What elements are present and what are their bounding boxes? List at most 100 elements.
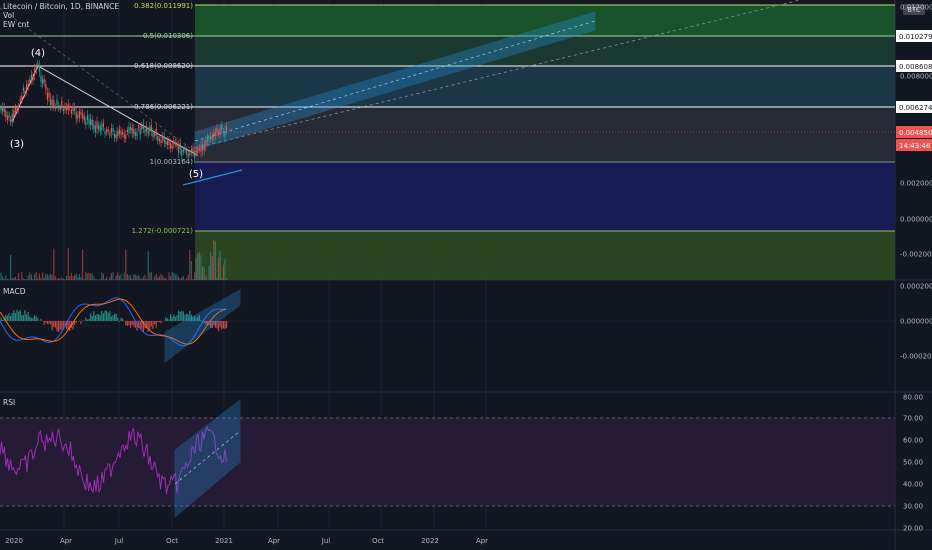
volume-bar xyxy=(34,273,36,280)
candle-body xyxy=(72,106,74,111)
candle-body xyxy=(203,144,205,151)
candle-body xyxy=(22,87,24,91)
candle-body xyxy=(90,118,92,126)
candle-body xyxy=(96,121,98,129)
price-tick: -0.002000 xyxy=(900,251,932,259)
candle-body xyxy=(144,129,146,133)
volume-bar xyxy=(210,251,212,280)
macd-histogram-bar xyxy=(86,319,88,321)
candle-body xyxy=(170,143,172,149)
candle-body xyxy=(59,107,61,110)
time-tick: 2020 xyxy=(5,537,23,545)
macd-histogram-bar xyxy=(56,321,58,332)
rsi-pane-title[interactable]: RSI xyxy=(3,398,15,407)
candle-body xyxy=(128,126,130,133)
candle-body xyxy=(118,129,120,134)
volume-bar xyxy=(139,277,141,280)
volume-bar xyxy=(176,274,178,280)
volume-bar xyxy=(16,278,18,280)
macd-histogram-bar xyxy=(115,313,117,321)
macd-histogram-bar xyxy=(53,321,55,328)
candle-body xyxy=(62,108,64,112)
vol-indicator-label[interactable]: Vol xyxy=(3,11,14,20)
candle-body xyxy=(77,114,79,119)
volume-bar xyxy=(53,248,55,280)
volume-bar xyxy=(24,279,26,280)
macd-histogram-bar xyxy=(155,321,157,328)
volume-bar xyxy=(197,253,199,280)
volume-bar xyxy=(29,272,31,280)
volume-bar xyxy=(80,276,82,280)
candle-body xyxy=(117,131,119,136)
volume-bar xyxy=(131,278,133,280)
candle-body xyxy=(155,128,157,136)
candle-body xyxy=(130,126,132,131)
candle-body xyxy=(126,129,128,132)
macd-histogram-bar xyxy=(58,321,60,332)
volume-bar xyxy=(123,272,125,280)
candle-body xyxy=(61,101,63,106)
candle-body xyxy=(184,147,186,151)
ew-count-label[interactable]: EW cnt xyxy=(3,20,29,29)
volume-bar xyxy=(120,273,122,280)
volume-bar xyxy=(91,273,93,280)
candle-body xyxy=(85,120,87,125)
volume-bar xyxy=(134,274,136,280)
candle-body xyxy=(18,106,20,110)
fib-zone xyxy=(195,231,895,280)
volume-bar xyxy=(200,255,202,280)
volume-bar xyxy=(142,276,144,280)
macd-histogram-bar xyxy=(45,321,47,323)
volume-bar xyxy=(186,278,188,280)
chart-canvas[interactable]: 0.382(0.011991) 0.5(0.010306) 0.618(0.0086… xyxy=(0,0,932,550)
volume-bar xyxy=(118,275,120,280)
candle-body xyxy=(190,149,192,153)
candle-body xyxy=(27,83,29,87)
volume-bar xyxy=(38,273,40,280)
volume-bar xyxy=(114,279,116,280)
candle-body xyxy=(205,140,207,147)
macd-histogram-bar xyxy=(67,321,69,330)
macd-histogram-bar xyxy=(104,310,106,321)
fib-level-label: 0.786(0.006221) xyxy=(134,103,193,111)
volume-bar xyxy=(222,264,224,280)
symbol-title[interactable]: Litecoin / Bitcoin, 1D, BINANCE xyxy=(3,2,119,11)
candle-body xyxy=(46,92,48,100)
volume-bar xyxy=(88,272,90,280)
candle-body xyxy=(66,106,68,111)
volume-bar xyxy=(94,279,96,280)
volume-bar xyxy=(224,259,226,280)
volume-bar xyxy=(190,261,192,280)
candle-body xyxy=(165,141,167,144)
volume-bar xyxy=(150,272,152,280)
candle-body xyxy=(149,126,151,132)
candle-body xyxy=(58,105,60,109)
volume-bar xyxy=(133,274,135,280)
macd-histogram-bar xyxy=(10,315,12,321)
volume-bar xyxy=(109,277,111,280)
candle-body xyxy=(88,118,90,125)
candle-body xyxy=(69,106,71,109)
macd-histogram-bar xyxy=(166,318,168,321)
candle-body xyxy=(80,111,82,115)
volume-bar xyxy=(5,275,7,280)
fib-level-label: 0.618(0.008620) xyxy=(134,62,193,70)
macd-pane-title[interactable]: MACD xyxy=(3,287,25,296)
volume-bar xyxy=(61,277,63,280)
candle-body xyxy=(42,79,44,85)
macd-histogram-bar xyxy=(133,321,135,327)
macd-histogram-bar xyxy=(106,310,108,321)
price-tick: 0.002000 xyxy=(900,180,932,188)
candle-body xyxy=(94,126,96,133)
candle-body xyxy=(11,114,13,122)
candle-body xyxy=(178,146,180,153)
candle-body xyxy=(176,142,178,147)
volume-bar xyxy=(58,278,60,280)
candle-body xyxy=(186,150,188,154)
candle-body xyxy=(208,138,210,141)
candle-body xyxy=(106,129,108,133)
candle-body xyxy=(173,140,175,145)
macd-histogram-bar xyxy=(27,312,29,321)
macd-histogram-bar xyxy=(96,313,98,321)
volume-bar xyxy=(11,278,13,280)
